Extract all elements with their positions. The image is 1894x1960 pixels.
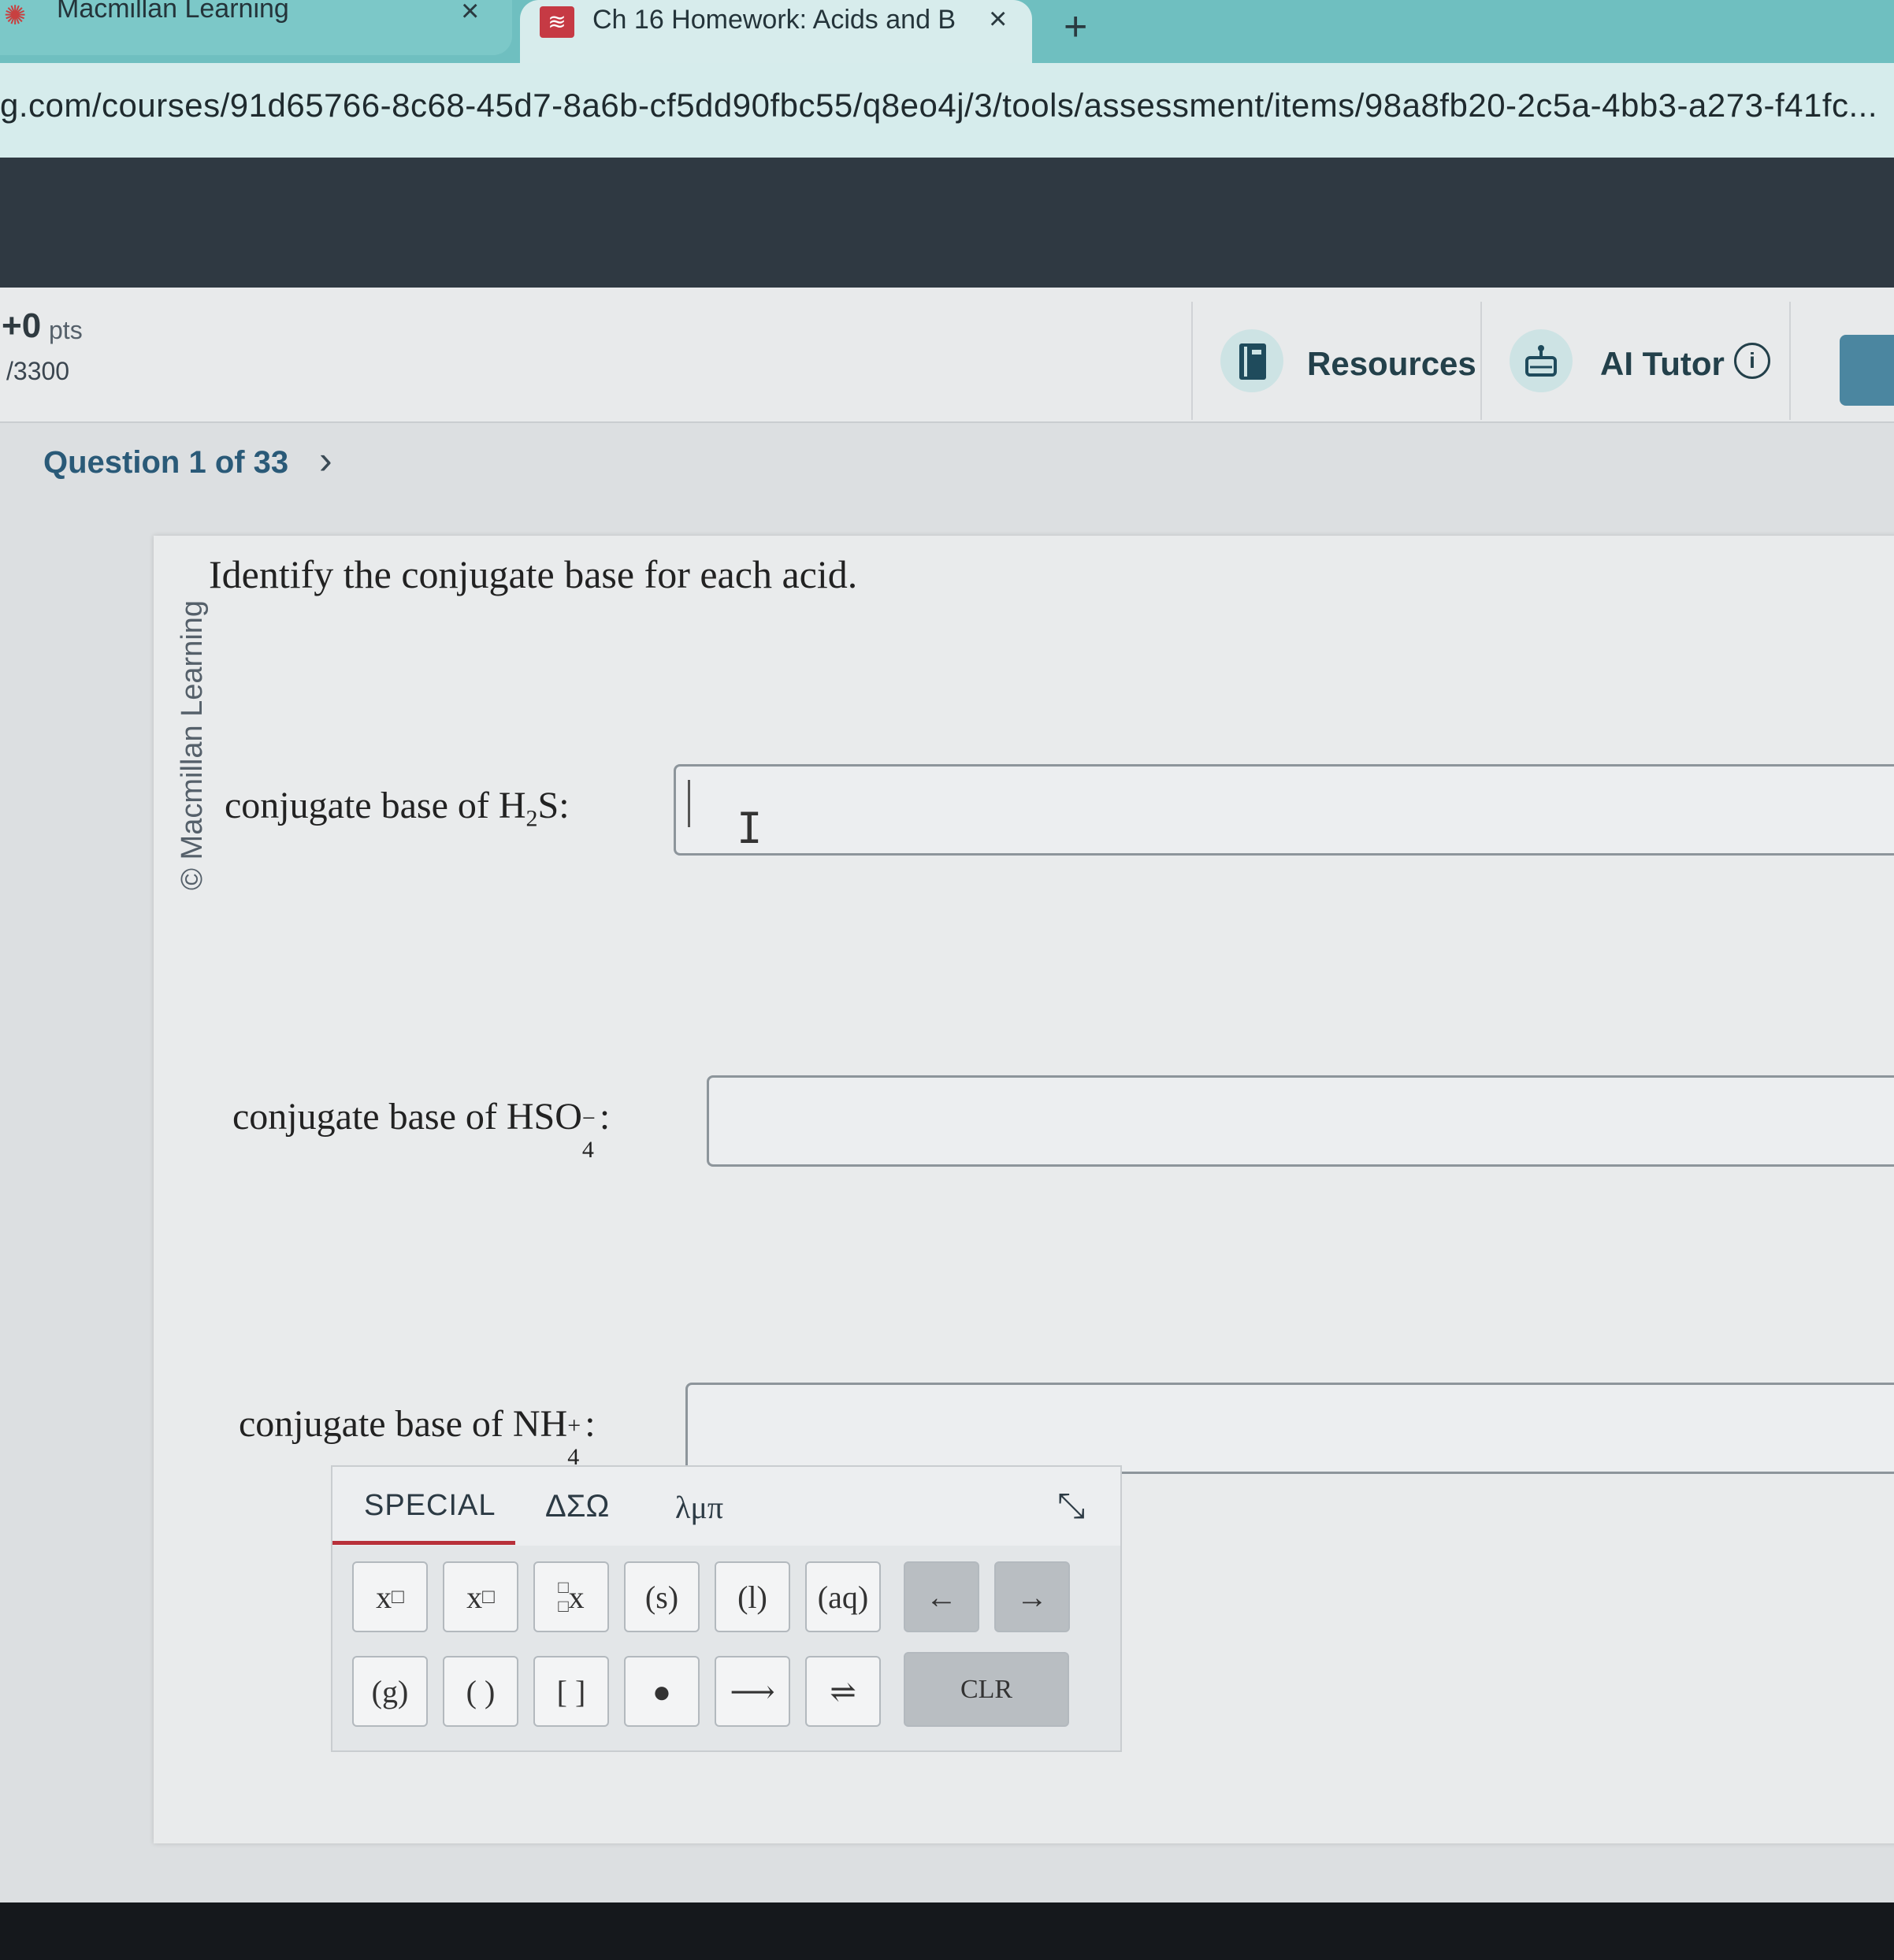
aqueous-state-key[interactable]: (aq) <box>805 1561 881 1632</box>
equilibrium-arrow-key[interactable]: ⇌ <box>805 1656 881 1727</box>
parentheses-key[interactable]: ( ) <box>443 1656 518 1727</box>
screen-bezel <box>0 1902 1894 1960</box>
info-icon[interactable]: i <box>1734 343 1770 379</box>
tab-greek-uppercase[interactable]: ΔΣΩ <box>545 1489 609 1524</box>
url-text[interactable]: g.com/courses/91d65766-8c68-45d7-8a6b-cf… <box>0 87 1877 124</box>
label-text: conjugate base of HSO <box>232 1096 582 1138</box>
close-tab-icon[interactable]: × <box>989 2 1007 37</box>
label-suffix: : <box>599 1096 611 1138</box>
reaction-arrow-key[interactable]: ⟶ <box>715 1656 790 1727</box>
label-text: conjugate base of NH <box>239 1403 568 1445</box>
brackets-key[interactable]: [ ] <box>533 1656 609 1727</box>
answer-input-h2s[interactable] <box>674 764 1894 856</box>
label-text: conjugate base of H <box>225 785 526 826</box>
robot-icon <box>1510 329 1573 392</box>
question-label-nh4: conjugate base of NH +4: <box>239 1402 596 1470</box>
assessment-page: +0 pts /3300 Resources AI Tutor i Questi… <box>0 288 1894 1902</box>
points-earned: +0 <box>2 306 42 345</box>
question-prompt: Identify the conjugate base for each aci… <box>209 552 858 596</box>
tab-ch16-homework[interactable]: ≋ Ch 16 Homework: Acids and B × <box>520 0 1032 63</box>
new-tab-button[interactable]: + <box>1064 3 1087 50</box>
subscript-key[interactable]: x □ <box>443 1561 518 1632</box>
next-question-chevron-icon[interactable]: › <box>319 437 332 483</box>
label-superscript: − <box>581 1105 596 1131</box>
cursor-right-key[interactable]: → <box>994 1561 1070 1632</box>
copyright-notice: © Macmillan Learning <box>176 600 209 890</box>
label-suffix: : <box>585 1403 596 1445</box>
tab-greek-lowercase[interactable]: λμπ <box>675 1489 723 1526</box>
superscript-key[interactable]: x □ <box>352 1561 428 1632</box>
submit-button-edge[interactable] <box>1840 335 1894 406</box>
book-icon <box>1220 329 1283 392</box>
points-unit: pts <box>49 316 83 344</box>
label-suffix: S: <box>537 785 570 826</box>
resources-label: Resources <box>1307 345 1476 382</box>
ibeam-cursor-icon: I <box>737 804 763 853</box>
app-header-band <box>0 158 1894 295</box>
label-superscript: + <box>567 1412 581 1438</box>
chemistry-keypad: SPECIAL ΔΣΩ λμπ ⤡ x □ x □ □ □ x (s) (l) (aq)… <box>331 1465 1122 1752</box>
macmillan-logo-icon: ✺ <box>4 1 27 31</box>
score-toolbar: +0 pts /3300 Resources AI Tutor i <box>0 288 1894 423</box>
tab-special[interactable]: SPECIAL <box>364 1489 496 1523</box>
text-caret <box>688 780 690 827</box>
liquid-state-key[interactable]: (l) <box>715 1561 790 1632</box>
collapse-keypad-icon[interactable]: ⤡ <box>1057 1487 1085 1526</box>
isotope-key[interactable]: □ □ x <box>533 1561 609 1632</box>
dot-key[interactable]: ● <box>624 1656 700 1727</box>
resources-button[interactable]: Resources <box>1191 302 1480 420</box>
keypad-tab-bar: SPECIAL ΔΣΩ λμπ ⤡ <box>332 1467 1120 1546</box>
tab-title: Ch 16 Homework: Acids and B <box>592 5 956 35</box>
solid-state-key[interactable]: (s) <box>624 1561 700 1632</box>
label-subscript: 4 <box>581 1137 594 1163</box>
ai-tutor-button[interactable]: AI Tutor i <box>1480 302 1791 420</box>
points-total: /3300 <box>6 357 70 385</box>
cursor-left-key[interactable]: ← <box>904 1561 979 1632</box>
browser-tab-bar: ✺ Macmillan Learning × ≋ Ch 16 Homework:… <box>0 0 1894 63</box>
answer-input-nh4[interactable] <box>685 1383 1894 1474</box>
gas-state-key[interactable]: (g) <box>352 1656 428 1727</box>
tab-title: Macmillan Learning <box>57 0 289 24</box>
clear-button[interactable]: CLR <box>904 1652 1069 1727</box>
question-counter[interactable]: Question 1 of 33 <box>43 445 288 481</box>
tab-macmillan-learning[interactable]: ✺ Macmillan Learning × <box>0 0 512 55</box>
question-label-h2s: conjugate base of H2S: <box>225 784 570 833</box>
ai-tutor-label: AI Tutor <box>1600 345 1725 382</box>
close-tab-icon[interactable]: × <box>461 0 479 29</box>
question-label-hso4: conjugate base of HSO − 4: <box>232 1095 611 1163</box>
achieve-logo-icon: ≋ <box>540 6 574 38</box>
active-tab-underline <box>332 1541 515 1545</box>
label-subscript: 2 <box>525 805 538 832</box>
answer-input-hso4[interactable] <box>707 1075 1894 1167</box>
